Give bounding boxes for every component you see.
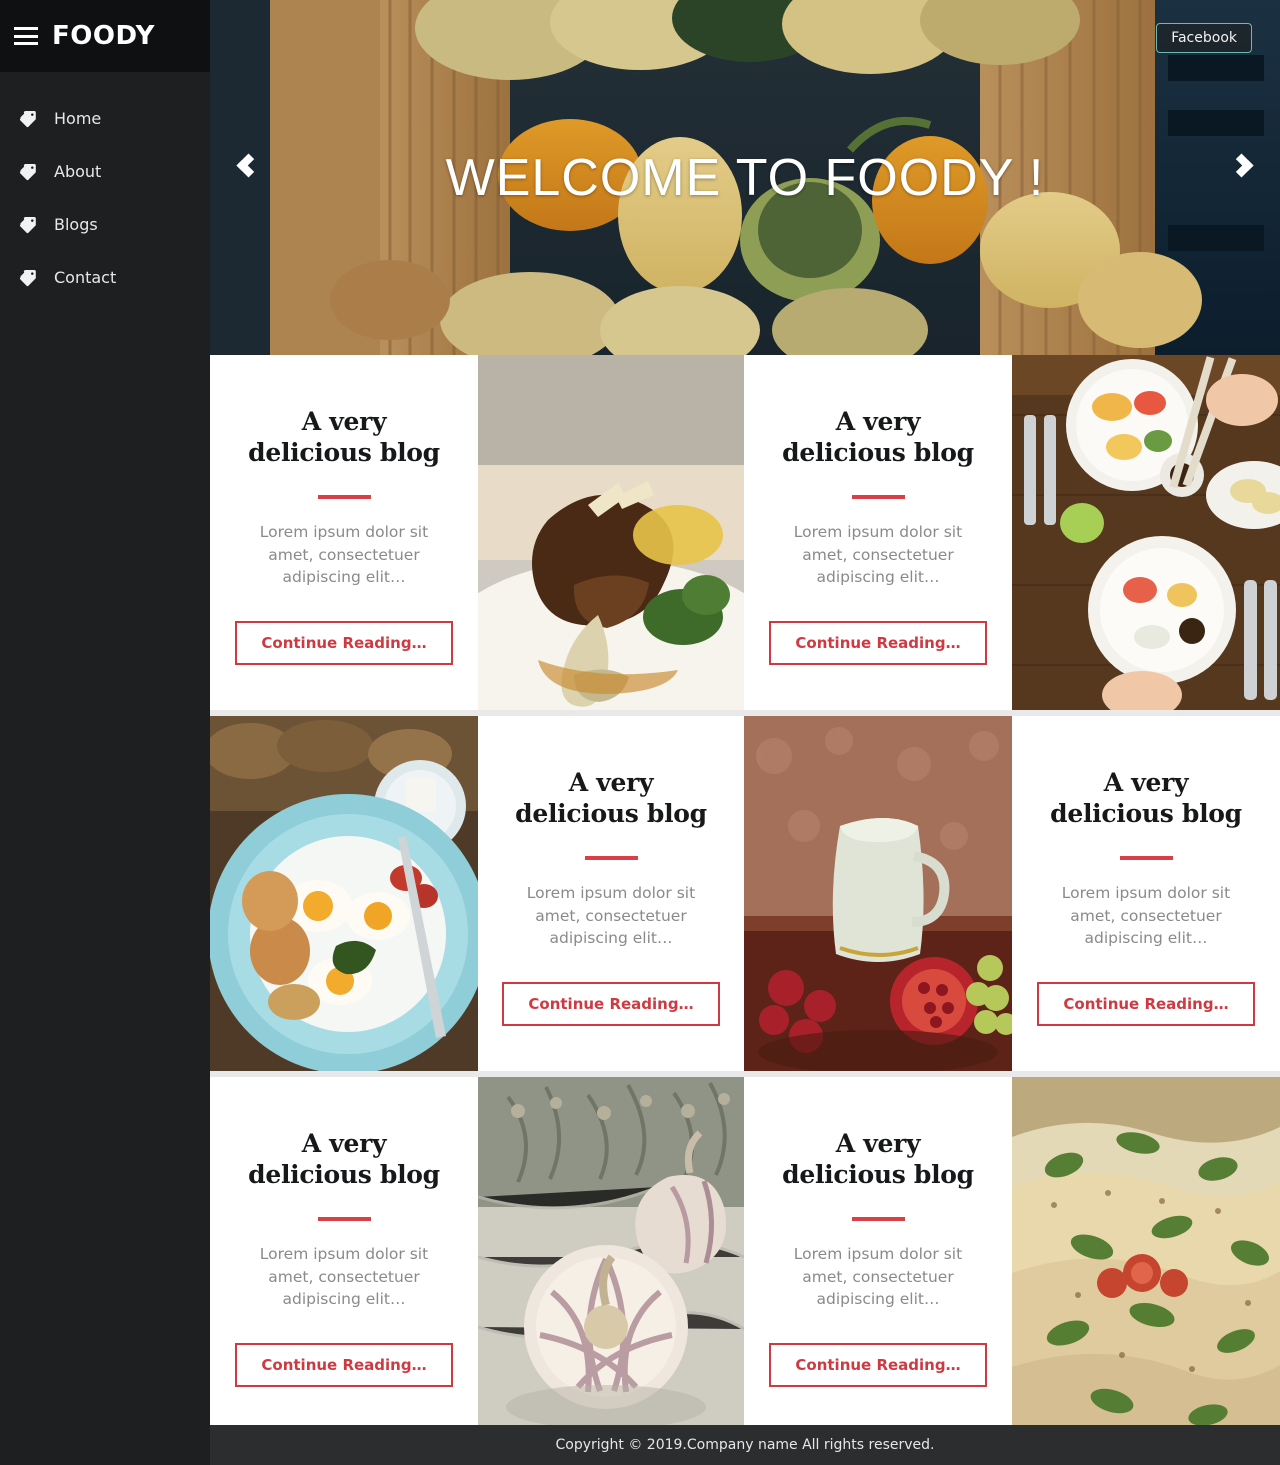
blog-card-title: A very delicious blog xyxy=(248,407,440,468)
continue-reading-button[interactable]: Continue Reading… xyxy=(1037,981,1255,1026)
blog-card-title-line1: A very xyxy=(568,768,654,797)
baked-fish-photo xyxy=(1012,1077,1280,1432)
blog-card-title-line2: delicious blog xyxy=(515,798,707,828)
blog-card-divider xyxy=(1119,856,1173,860)
blog-card-excerpt: Lorem ipsum dolor sit amet, consectetuer… xyxy=(793,1245,963,1309)
sidebar-item-about[interactable]: About xyxy=(0,145,210,198)
continue-reading-button[interactable]: Continue Reading… xyxy=(502,981,720,1026)
blog-card-title-line2: delicious blog xyxy=(248,1159,440,1189)
footer: Copyright © 2019.Company name All rights… xyxy=(210,1425,1280,1465)
blog-card-image xyxy=(1012,355,1280,710)
blog-card-excerpt: Lorem ipsum dolor sit amet, consectetuer… xyxy=(526,884,696,948)
tags-icon xyxy=(18,215,40,235)
sidebar-item-home[interactable]: Home xyxy=(0,92,210,145)
tags-icon xyxy=(18,162,40,182)
blog-grid: A very delicious blog Lorem ipsum dolor … xyxy=(210,355,1280,1432)
sidebar-item-label: Blogs xyxy=(54,215,98,234)
blog-card-title: A very delicious blog xyxy=(782,1129,974,1190)
blog-card-divider xyxy=(851,495,905,499)
blog-card-excerpt: Lorem ipsum dolor sit amet, consectetuer… xyxy=(793,523,963,587)
garlic-photo xyxy=(478,1077,744,1432)
tags-icon xyxy=(18,109,40,129)
blog-card-title-line1: A very xyxy=(835,407,921,436)
tags-icon xyxy=(18,268,40,288)
copyright-text: Copyright © 2019.Company name All rights… xyxy=(555,1437,935,1453)
sidebar-nav: Home About Blogs Contact xyxy=(0,72,210,304)
blog-card: A very delicious blog Lorem ipsum dolor … xyxy=(744,1077,1012,1432)
sushi-table-photo xyxy=(1012,355,1280,710)
chevron-left-icon[interactable] xyxy=(226,143,266,187)
blog-card-title-line2: delicious blog xyxy=(782,1159,974,1189)
blog-card: A very delicious blog Lorem ipsum dolor … xyxy=(210,355,478,710)
blog-card-image xyxy=(478,1077,744,1432)
main-content: WELCOME TO FOODY ! Facebook A very delic… xyxy=(210,0,1280,1465)
blog-card-divider xyxy=(851,1217,905,1221)
sidebar: FOODY Home About Blogs Contact xyxy=(0,0,210,1465)
blog-card-excerpt: Lorem ipsum dolor sit amet, consectetuer… xyxy=(259,1245,429,1309)
blog-card-image xyxy=(210,716,478,1071)
hamburger-bar xyxy=(14,27,38,30)
blog-card-title-line2: delicious blog xyxy=(782,437,974,467)
blog-card-excerpt: Lorem ipsum dolor sit amet, consectetuer… xyxy=(259,523,429,587)
pitcher-fruit-photo xyxy=(744,716,1012,1071)
sidebar-item-label: Home xyxy=(54,109,102,128)
blog-card-title-line1: A very xyxy=(301,407,387,436)
blog-card-title: A very delicious blog xyxy=(515,768,707,829)
continue-reading-button[interactable]: Continue Reading… xyxy=(235,620,453,665)
blog-card-title: A very delicious blog xyxy=(248,1129,440,1190)
blog-card-excerpt: Lorem ipsum dolor sit amet, consectetuer… xyxy=(1061,884,1231,948)
blog-card-divider xyxy=(584,856,638,860)
blog-card-image xyxy=(1012,1077,1280,1432)
hero-carousel: WELCOME TO FOODY ! Facebook xyxy=(210,0,1280,355)
blog-card-title: A very delicious blog xyxy=(782,407,974,468)
blog-card-divider xyxy=(317,495,371,499)
lamb-shank-photo xyxy=(478,355,744,710)
chevron-right-glyph xyxy=(1229,152,1254,178)
blog-card-title-line1: A very xyxy=(835,1129,921,1158)
hamburger-bar xyxy=(14,34,38,38)
brand-title: FOODY xyxy=(52,21,155,51)
blog-card-divider xyxy=(317,1217,371,1221)
sidebar-item-blogs[interactable]: Blogs xyxy=(0,198,210,251)
fried-eggs-photo xyxy=(210,716,478,1071)
sidebar-item-label: About xyxy=(54,162,102,181)
blog-card-title: A very delicious blog xyxy=(1050,768,1242,829)
blog-card-title-line1: A very xyxy=(1103,768,1189,797)
hamburger-icon[interactable] xyxy=(14,27,38,45)
sidebar-item-label: Contact xyxy=(54,268,117,287)
continue-reading-button[interactable]: Continue Reading… xyxy=(769,620,987,665)
hero-title: WELCOME TO FOODY ! xyxy=(445,149,1045,207)
blog-card-title-line2: delicious blog xyxy=(1050,798,1242,828)
blog-card: A very delicious blog Lorem ipsum dolor … xyxy=(744,355,1012,710)
blog-card: A very delicious blog Lorem ipsum dolor … xyxy=(210,1077,478,1432)
blog-card-image xyxy=(478,355,744,710)
chevron-left-glyph xyxy=(236,152,261,178)
blog-card-title-line1: A very xyxy=(301,1129,387,1158)
blog-card: A very delicious blog Lorem ipsum dolor … xyxy=(478,716,744,1071)
continue-reading-button[interactable]: Continue Reading… xyxy=(769,1342,987,1387)
facebook-button[interactable]: Facebook xyxy=(1156,23,1252,53)
chevron-right-icon[interactable] xyxy=(1224,143,1264,187)
sidebar-item-contact[interactable]: Contact xyxy=(0,251,210,304)
blog-card-title-line2: delicious blog xyxy=(248,437,440,467)
continue-reading-button[interactable]: Continue Reading… xyxy=(235,1342,453,1387)
blog-card-image xyxy=(744,716,1012,1071)
hamburger-bar xyxy=(14,42,38,45)
blog-card: A very delicious blog Lorem ipsum dolor … xyxy=(1012,716,1280,1071)
sidebar-header: FOODY xyxy=(0,0,210,72)
